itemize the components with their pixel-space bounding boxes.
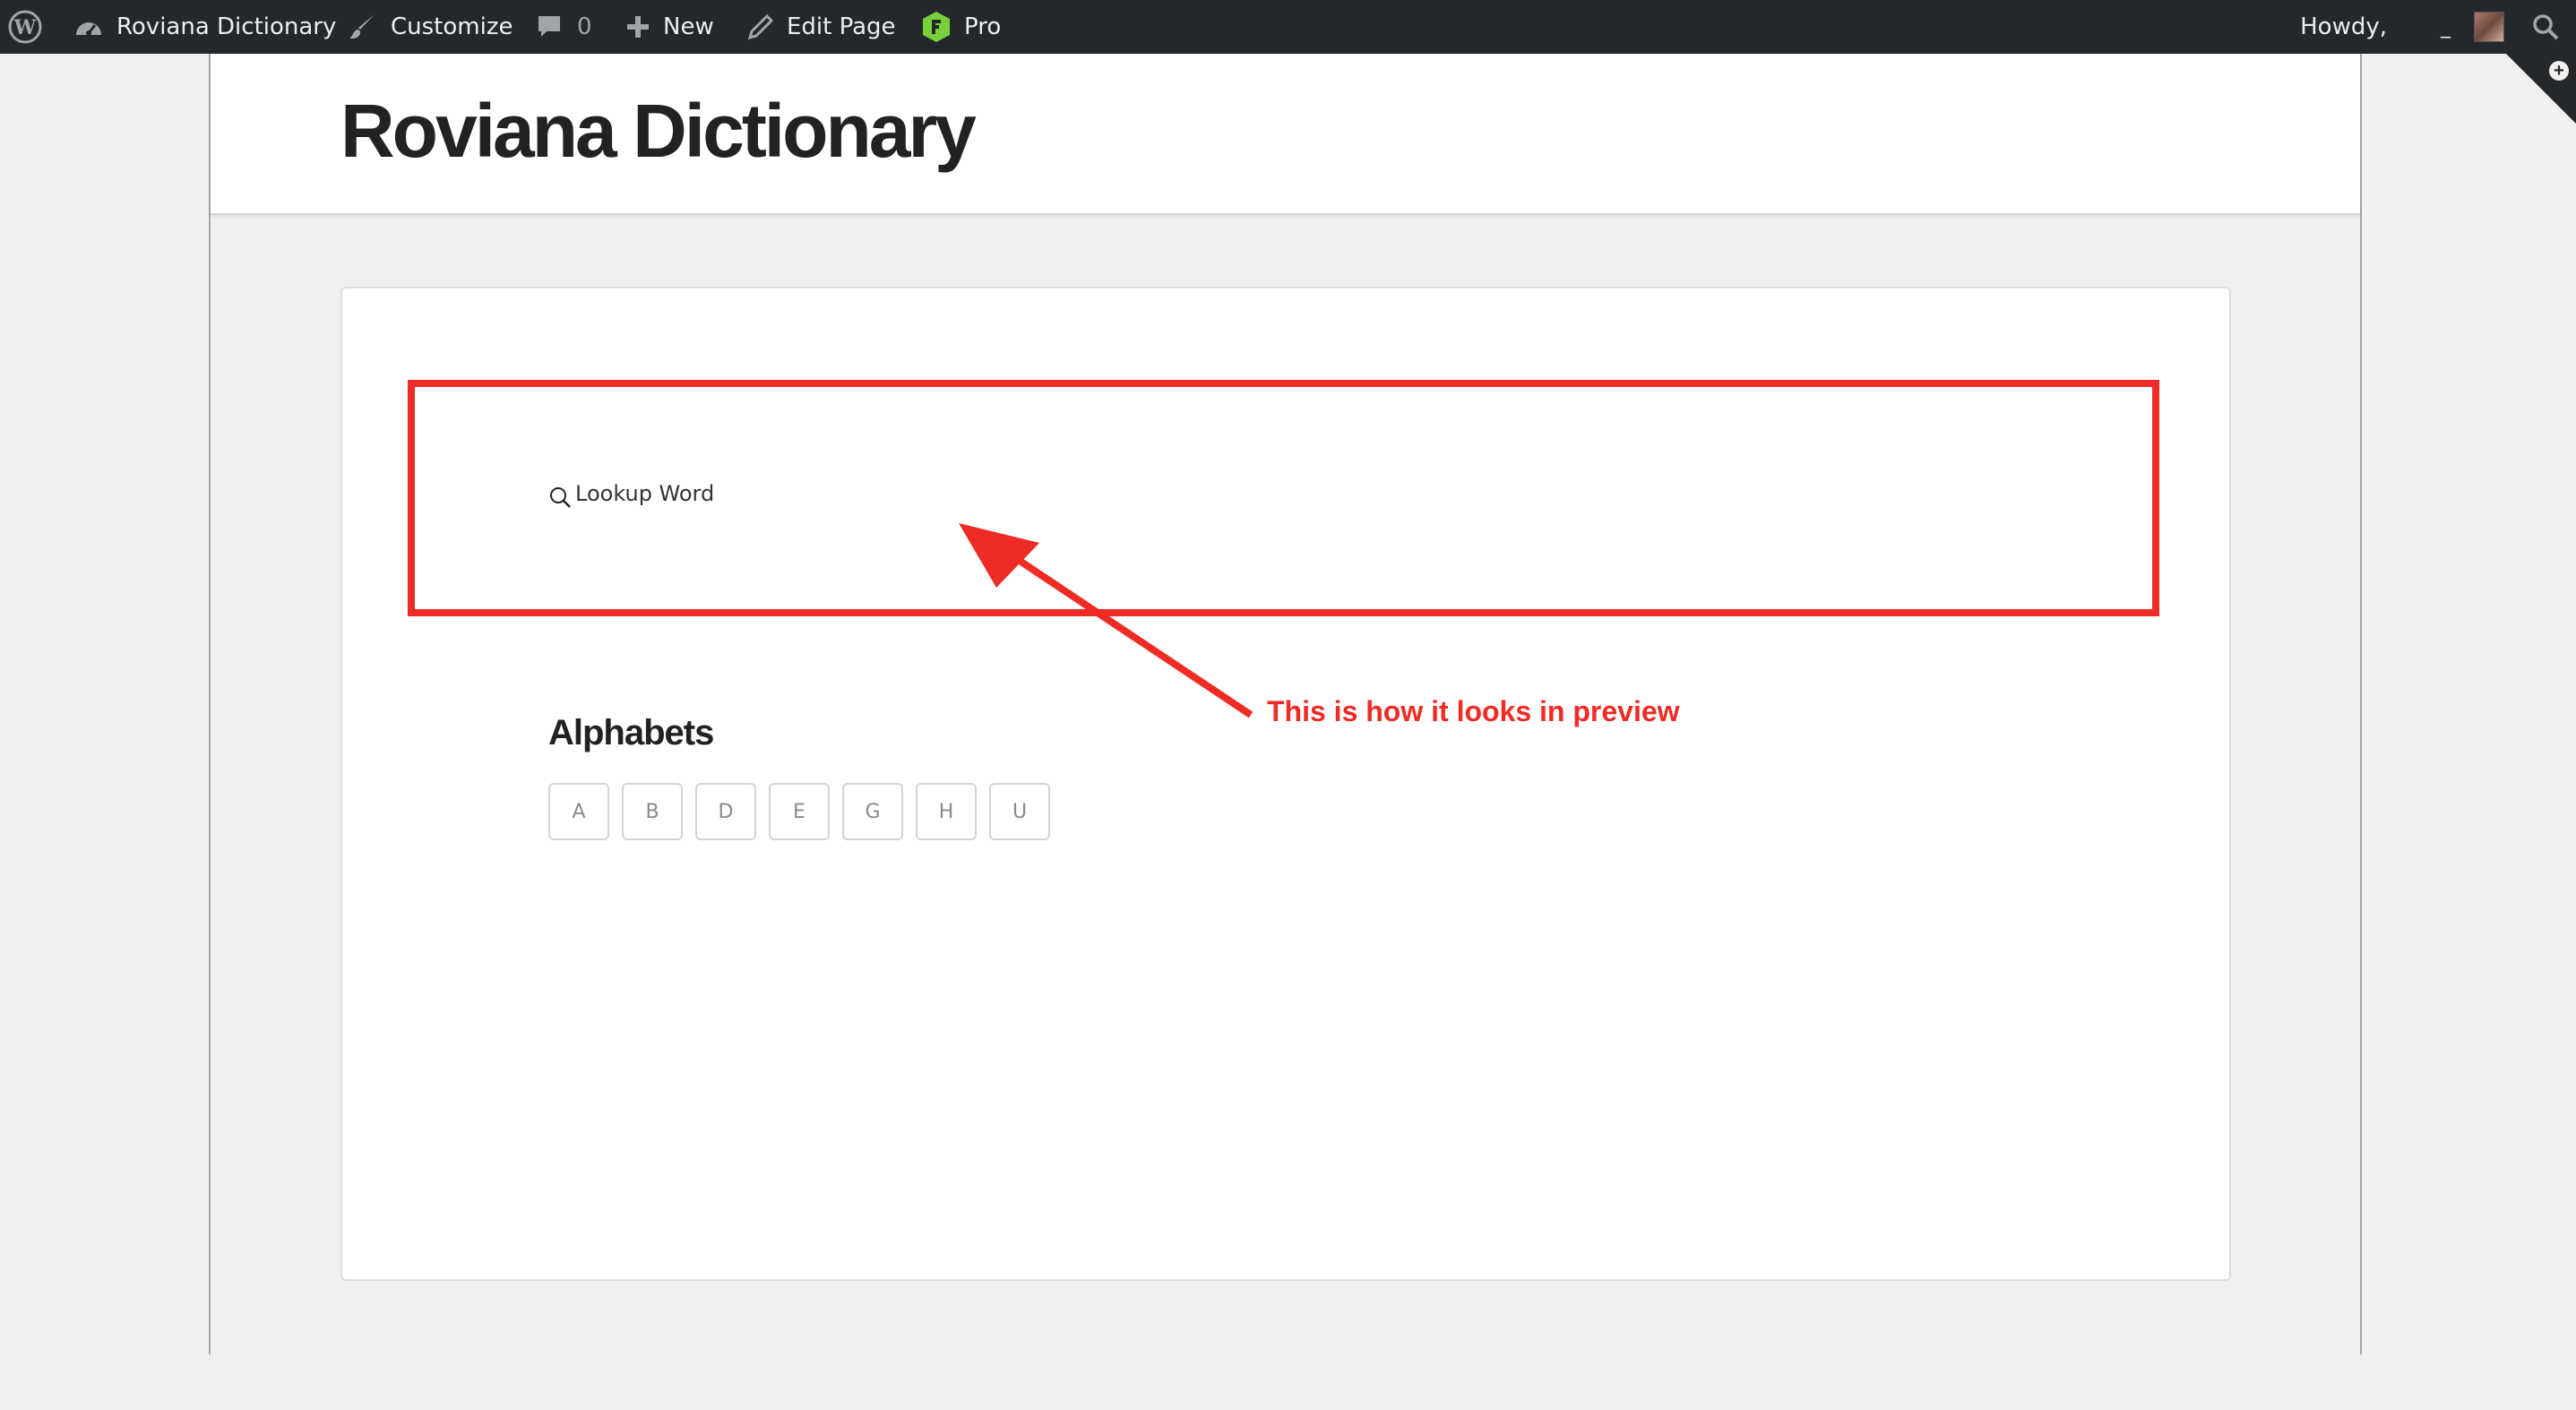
wordpress-logo-button[interactable]: W <box>7 0 43 54</box>
alphabets-heading: Alphabets <box>548 713 714 752</box>
pencil-icon <box>747 13 774 40</box>
pro-label: Pro <box>964 13 1002 40</box>
admin-bar: W Roviana Dictionary Customize 0 New Edi… <box>0 0 2576 54</box>
comments-count: 0 <box>577 13 592 40</box>
alphabet-buttons: A B D E G H U <box>548 783 1050 840</box>
letter-button-u[interactable]: U <box>989 783 1050 840</box>
letter-button-d[interactable]: D <box>695 783 756 840</box>
letter-button-h[interactable]: H <box>916 783 977 840</box>
site-header: Roviana Dictionary <box>211 54 2360 215</box>
edit-page-label: Edit Page <box>787 13 896 40</box>
new-content-button[interactable]: New <box>625 0 714 54</box>
dashboard-gauge-icon <box>73 13 104 40</box>
search-icon[interactable] <box>2531 13 2560 41</box>
new-label: New <box>663 13 714 40</box>
wordpress-icon: W <box>7 9 43 45</box>
paintbrush-icon <box>348 12 378 42</box>
customize-label: Customize <box>391 13 513 40</box>
pro-button[interactable]: Pro <box>921 0 1001 54</box>
letter-button-a[interactable]: A <box>548 783 609 840</box>
annotation-text: This is how it looks in preview <box>1267 695 1680 727</box>
plus-icon <box>625 14 650 39</box>
site-title[interactable]: Roviana Dictionary <box>340 88 977 175</box>
user-name: _ <box>2441 15 2451 39</box>
comments-button[interactable]: 0 <box>536 0 592 54</box>
plus-circle-icon[interactable]: + <box>2549 61 2569 81</box>
howdy-label: Howdy, <box>2300 13 2387 40</box>
account-menu[interactable]: Howdy, _ <box>2300 0 2576 54</box>
site-name-menu[interactable]: Roviana Dictionary <box>73 0 336 54</box>
avatar[interactable] <box>2474 12 2504 42</box>
comment-bubble-icon <box>536 13 563 40</box>
edit-page-button[interactable]: Edit Page <box>747 0 896 54</box>
customize-button[interactable]: Customize <box>348 0 513 54</box>
pro-badge-icon <box>921 11 952 43</box>
letter-button-e[interactable]: E <box>769 783 830 840</box>
letter-button-b[interactable]: B <box>622 783 683 840</box>
letter-button-g[interactable]: G <box>842 783 903 840</box>
svg-text:W: W <box>13 16 37 39</box>
annotation-highlight-box <box>408 380 2159 616</box>
site-name-label: Roviana Dictionary <box>116 13 337 40</box>
